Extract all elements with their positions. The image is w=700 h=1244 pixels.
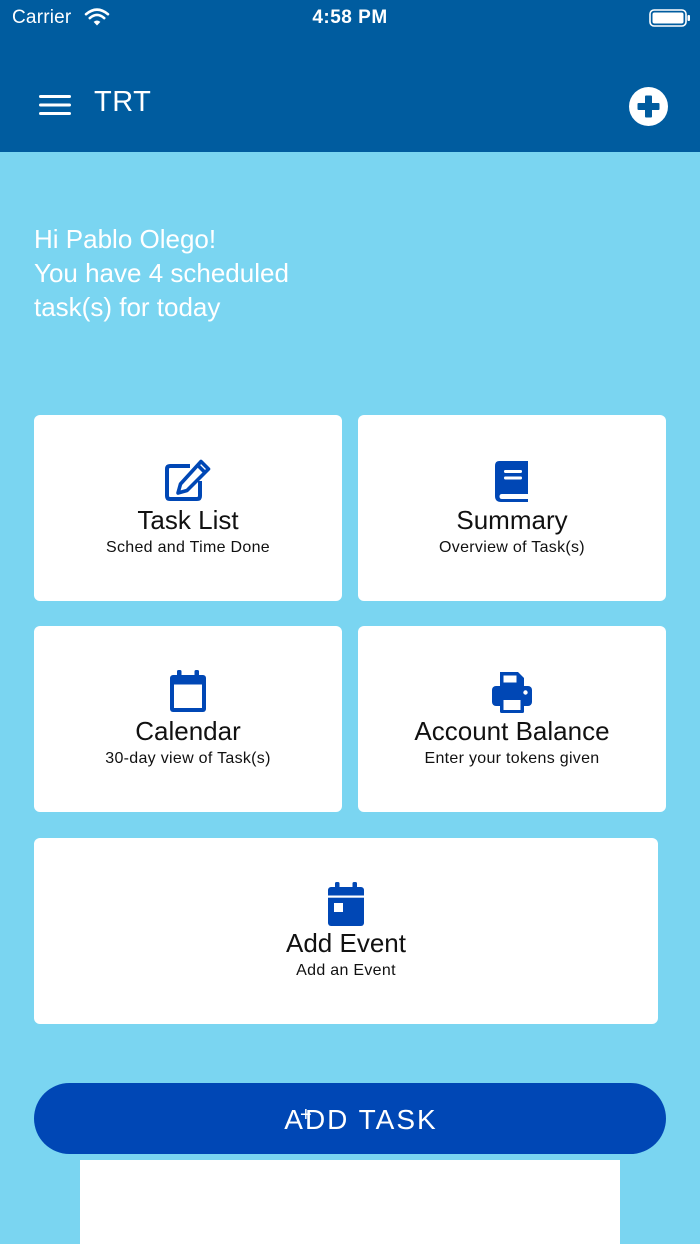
app-title: TRT xyxy=(94,86,152,118)
summary-card[interactable]: Summary Overview of Task(s) xyxy=(358,415,666,601)
greeting-task-count: You have 4 scheduled xyxy=(34,258,289,288)
bottom-panel xyxy=(80,1160,620,1244)
calendar-subtitle: 30-day view of Task(s) xyxy=(105,750,271,767)
calendar-card[interactable]: Calendar 30-day view of Task(s) xyxy=(34,626,342,812)
greeting-task-suffix: task(s) for today xyxy=(34,292,221,322)
task-list-subtitle: Sched and Time Done xyxy=(105,539,271,556)
task-list-card[interactable]: Task List Sched and Time Done xyxy=(34,415,342,601)
book-icon xyxy=(495,461,528,502)
add-event-title: Add Event xyxy=(286,928,406,958)
account-balance-subtitle: Enter your tokens given xyxy=(424,750,600,767)
printer-icon xyxy=(492,672,532,713)
account-balance-card[interactable]: Account Balance Enter your tokens given xyxy=(358,626,666,812)
calendar-title: Calendar xyxy=(135,716,241,746)
account-balance-title: Account Balance xyxy=(414,716,610,746)
add-event-card[interactable]: Add Event Add an Event xyxy=(34,838,658,1024)
calendar-icon xyxy=(170,670,206,712)
summary-subtitle: Overview of Task(s) xyxy=(439,539,585,556)
plus-circle-icon[interactable] xyxy=(628,86,669,127)
app-header: Carrier 4:58 PM TRT xyxy=(0,0,700,152)
hamburger-menu-icon[interactable] xyxy=(36,90,74,120)
edit-icon xyxy=(165,459,211,501)
add-event-subtitle: Add an Event xyxy=(296,962,396,979)
status-time: 4:58 PM xyxy=(312,7,388,28)
battery-icon xyxy=(649,9,690,27)
status-bar: Carrier 4:58 PM xyxy=(0,0,700,36)
greeting-name: Hi Pablo Olego! xyxy=(34,224,217,254)
task-list-title: Task List xyxy=(137,505,239,535)
greeting-message: Hi Pablo Olego! You have 4 scheduled tas… xyxy=(34,222,454,324)
add-task-button[interactable]: + ADD TASK xyxy=(34,1083,666,1154)
add-task-label: ADD TASK xyxy=(284,1104,438,1135)
calendar-day-icon xyxy=(328,882,364,926)
summary-title: Summary xyxy=(456,505,568,535)
